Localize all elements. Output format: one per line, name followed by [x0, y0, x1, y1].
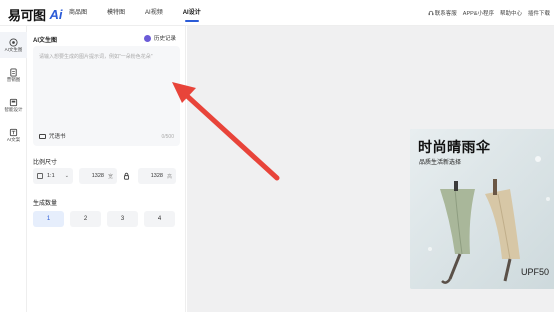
- lock-icon[interactable]: [120, 168, 132, 184]
- width-value: 1328: [91, 173, 104, 179]
- count-option-2[interactable]: 2: [70, 211, 101, 227]
- header-links: 联系客服 APP&小程序 帮助中心 插件下载: [422, 0, 550, 26]
- size-row: 1:1 ⌄ 1328 宽 1328 高: [33, 168, 180, 184]
- plugin-download-link[interactable]: 插件下载: [528, 9, 550, 17]
- sidebar-item-label: 营销图: [6, 76, 21, 82]
- sidebar-item-ai-image[interactable]: AI文生图: [0, 32, 27, 58]
- count-option-3[interactable]: 3: [107, 211, 138, 227]
- count-option-1[interactable]: 1: [33, 211, 64, 227]
- text-icon: [9, 128, 18, 136]
- banner-title: 时尚晴雨伞: [418, 139, 491, 155]
- logo-text: 易可图: [8, 8, 46, 23]
- ratio-square-icon: [37, 173, 43, 179]
- panel-title: AI文生图: [33, 38, 58, 44]
- preview-canvas: 时尚晴雨伞 品质生活新选择 UPF50: [187, 26, 554, 312]
- sidebar-item-label: 智能设计: [4, 106, 23, 112]
- sidebar-item-marketing[interactable]: 营销图: [0, 62, 27, 88]
- chevron-down-icon: ⌄: [64, 173, 69, 179]
- umbrella-banner-image: 时尚晴雨伞 品质生活新选择 UPF50: [410, 129, 554, 289]
- sidebar-item-label: AI文案: [6, 136, 21, 142]
- height-value: 1328: [150, 173, 163, 179]
- left-sidebar: AI文生图 营销图 智能设计 AI文案: [0, 26, 27, 312]
- help-center-link[interactable]: 帮助中心: [500, 9, 522, 17]
- image-gen-icon: [9, 37, 18, 47]
- contact-support-label: 联系客服: [434, 11, 457, 17]
- history-button[interactable]: 历史记录: [144, 34, 176, 42]
- main-nav: 商品图 模特图 AI视频 AI设计: [69, 0, 221, 26]
- prompt-placeholder: 请输入想要生成的图片提示词，例如"一朵粉色花朵": [39, 54, 153, 60]
- banner-subtitle: 品质生活新选择: [419, 160, 462, 166]
- count-section-title: 生成数量: [33, 201, 58, 207]
- height-unit: 高: [166, 173, 172, 180]
- spell-book-button[interactable]: 咒语书: [39, 132, 66, 140]
- generation-panel: AI文生图 历史记录 请输入想要生成的图片提示词，例如"一朵粉色花朵" 咒语书 …: [27, 26, 186, 312]
- sidebar-item-smart-design[interactable]: 智能设计: [0, 92, 27, 118]
- logo-ai-mark: Ai: [49, 7, 63, 22]
- design-icon: [9, 98, 18, 106]
- nav-model-image[interactable]: 模特图: [107, 0, 125, 26]
- prompt-char-count: 0/500: [161, 134, 174, 140]
- nav-ai-video[interactable]: AI视频: [145, 0, 163, 26]
- banner-upf-tag: UPF50: [521, 267, 550, 277]
- width-input[interactable]: 1328 宽: [79, 168, 117, 184]
- headset-icon: [428, 10, 434, 16]
- count-option-4[interactable]: 4: [144, 211, 175, 227]
- history-icon: [144, 34, 151, 42]
- spell-book-label: 咒语书: [49, 134, 66, 140]
- ratio-value: 1:1: [47, 173, 55, 179]
- logo[interactable]: 易可图 Ai: [8, 5, 63, 24]
- contact-support-link[interactable]: 联系客服: [428, 9, 457, 17]
- count-options: 1 2 3 4: [33, 211, 180, 227]
- document-icon: [10, 67, 17, 77]
- app-miniprogram-link[interactable]: APP&小程序: [463, 9, 494, 17]
- height-input[interactable]: 1328 高: [138, 168, 176, 184]
- sidebar-item-label: AI文生图: [4, 46, 23, 52]
- width-unit: 宽: [107, 173, 113, 180]
- top-nav-bar: 易可图 Ai 商品图 模特图 AI视频 AI设计 联系客服 APP&小程序 帮助…: [0, 0, 554, 26]
- ratio-select[interactable]: 1:1 ⌄: [33, 168, 73, 184]
- history-label: 历史记录: [154, 36, 177, 42]
- nav-product-image[interactable]: 商品图: [69, 0, 87, 26]
- book-icon: [39, 133, 46, 139]
- size-section-title: 比例尺寸: [33, 160, 58, 166]
- nav-ai-design[interactable]: AI设计: [183, 0, 201, 26]
- prompt-textarea[interactable]: 请输入想要生成的图片提示词，例如"一朵粉色花朵" 咒语书 0/500: [33, 46, 180, 146]
- sidebar-item-ai-copy[interactable]: AI文案: [0, 122, 27, 148]
